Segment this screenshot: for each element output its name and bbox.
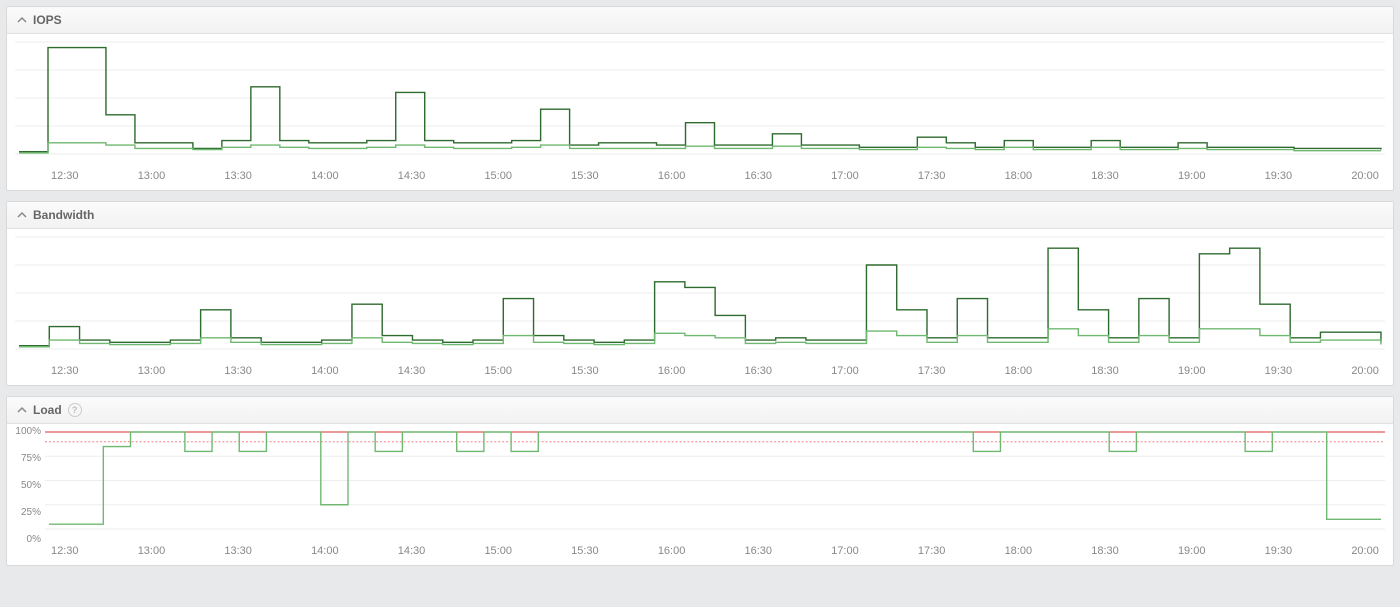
- chart-iops-xaxis: 12:30 13:00 13:30 14:00 14:30 15:00 15:30 16:00…: [15, 168, 1385, 188]
- x-tick: 15:00: [484, 170, 512, 182]
- chart-iops: 12:30 13:00 13:30 14:00 14:30 15:00 15:30 16:00…: [7, 34, 1393, 190]
- panel-bandwidth-title: Bandwidth: [33, 208, 94, 222]
- x-tick: 17:30: [918, 170, 946, 182]
- x-tick: 15:00: [484, 545, 512, 557]
- x-tick: 13:00: [138, 365, 166, 377]
- x-tick: 14:00: [311, 545, 339, 557]
- x-tick: 15:00: [484, 365, 512, 377]
- x-tick: 16:30: [745, 365, 773, 377]
- x-tick: 20:00: [1351, 365, 1379, 377]
- chart-bandwidth-plot: [15, 233, 1385, 363]
- x-tick: 14:00: [311, 170, 339, 182]
- x-tick: 16:30: [745, 170, 773, 182]
- x-tick: 18:30: [1091, 170, 1119, 182]
- x-tick: 18:00: [1005, 170, 1033, 182]
- x-tick: 12:30: [51, 365, 79, 377]
- x-tick: 17:00: [831, 545, 859, 557]
- x-tick: 16:00: [658, 545, 686, 557]
- chart-bandwidth-xaxis: 12:30 13:00 13:30 14:00 14:30 15:00 15:30 16:00…: [15, 363, 1385, 383]
- x-tick: 19:00: [1178, 545, 1206, 557]
- x-tick: 13:00: [138, 170, 166, 182]
- x-tick: 20:00: [1351, 170, 1379, 182]
- x-tick: 17:30: [918, 545, 946, 557]
- collapse-icon[interactable]: [17, 15, 27, 25]
- x-tick: 17:30: [918, 365, 946, 377]
- x-tick: 14:30: [398, 545, 426, 557]
- x-tick: 12:30: [51, 545, 79, 557]
- x-tick: 13:30: [224, 545, 252, 557]
- y-tick: 100%: [15, 426, 41, 437]
- x-tick: 17:00: [831, 365, 859, 377]
- x-tick: 19:00: [1178, 365, 1206, 377]
- x-tick: 14:30: [398, 365, 426, 377]
- collapse-icon[interactable]: [17, 405, 27, 415]
- panel-iops-header[interactable]: IOPS: [7, 7, 1393, 34]
- help-icon[interactable]: ?: [68, 403, 82, 417]
- series-load: [49, 432, 1381, 524]
- panel-bandwidth: Bandwidth 12:30 13:00 13:30 14:00 14:30 15:00…: [6, 201, 1394, 386]
- x-tick: 19:30: [1265, 170, 1293, 182]
- x-tick: 18:30: [1091, 545, 1119, 557]
- y-tick: 75%: [21, 453, 41, 464]
- chart-load-plot: [45, 428, 1385, 543]
- x-tick: 14:30: [398, 170, 426, 182]
- x-tick: 19:00: [1178, 170, 1206, 182]
- x-tick: 16:00: [658, 365, 686, 377]
- chart-iops-plot: [15, 38, 1385, 168]
- x-tick: 18:00: [1005, 365, 1033, 377]
- chart-load-yaxis: 100% 75% 50% 25% 0%: [7, 424, 45, 547]
- panel-iops: IOPS 12:30 13:00 13:30 14:00 14:30 15:00 15:30…: [6, 6, 1394, 191]
- x-tick: 12:30: [51, 170, 79, 182]
- chart-bandwidth: 12:30 13:00 13:30 14:00 14:30 15:00 15:30 16:00…: [7, 229, 1393, 385]
- chart-load-xaxis: 12:30 13:00 13:30 14:00 14:30 15:00 15:30 16:00…: [15, 543, 1385, 563]
- panel-load: Load ? 100% 75% 50% 25% 0% 12:30 13:00 13:30 14…: [6, 396, 1394, 566]
- x-tick: 16:00: [658, 170, 686, 182]
- x-tick: 18:30: [1091, 365, 1119, 377]
- x-tick: 17:00: [831, 170, 859, 182]
- x-tick: 18:00: [1005, 545, 1033, 557]
- series-series-a: [19, 48, 1381, 152]
- x-tick: 13:30: [224, 365, 252, 377]
- y-tick: 25%: [21, 507, 41, 518]
- chart-load: 100% 75% 50% 25% 0% 12:30 13:00 13:30 14:00 14:3…: [7, 424, 1393, 565]
- collapse-icon[interactable]: [17, 210, 27, 220]
- x-tick: 15:30: [571, 365, 599, 377]
- x-tick: 15:30: [571, 170, 599, 182]
- x-tick: 16:30: [745, 545, 773, 557]
- y-tick: 50%: [21, 480, 41, 491]
- x-tick: 20:00: [1351, 545, 1379, 557]
- panel-bandwidth-header[interactable]: Bandwidth: [7, 202, 1393, 229]
- panel-load-title: Load: [33, 403, 62, 417]
- series-series-a: [19, 248, 1381, 345]
- y-tick: 0%: [27, 534, 41, 545]
- panel-load-header[interactable]: Load ?: [7, 397, 1393, 424]
- x-tick: 13:30: [224, 170, 252, 182]
- x-tick: 13:00: [138, 545, 166, 557]
- x-tick: 14:00: [311, 365, 339, 377]
- x-tick: 15:30: [571, 545, 599, 557]
- x-tick: 19:30: [1265, 545, 1293, 557]
- x-tick: 19:30: [1265, 365, 1293, 377]
- dashboard: IOPS 12:30 13:00 13:30 14:00 14:30 15:00 15:30…: [0, 0, 1400, 582]
- panel-iops-title: IOPS: [33, 13, 62, 27]
